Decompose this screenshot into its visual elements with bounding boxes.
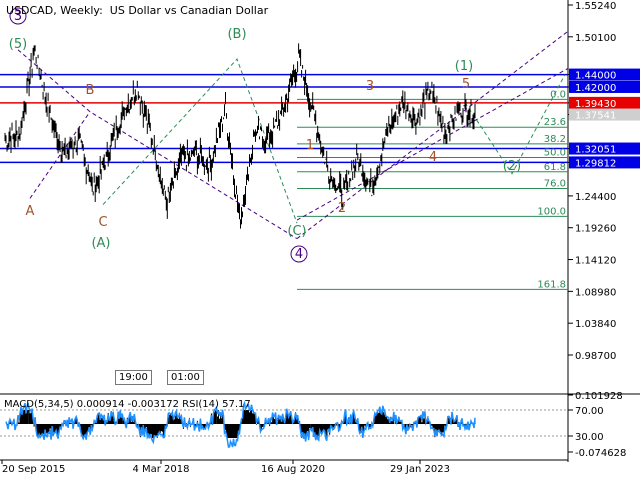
wave-label: 3 [366, 79, 374, 94]
wave-label: C [98, 215, 107, 230]
wave-label: 5 [462, 77, 470, 92]
time-label: 29 Jan 2023 [390, 464, 450, 475]
wave-label: A [26, 204, 35, 219]
fib-label: 38.2 [544, 134, 566, 145]
wave-label: 1 [306, 138, 314, 153]
price-label: 1.32051 [575, 145, 616, 156]
wave-label: B [86, 83, 95, 98]
price-label: 1.55240 [575, 1, 616, 12]
price-panel-background [0, 0, 568, 394]
price-label: 1.42000 [575, 83, 616, 94]
time-box-2[interactable]: 01:00 [167, 370, 204, 385]
fib-label: 50.0 [544, 148, 566, 159]
description-label: US Dollar vs Canadian Dollar [109, 4, 269, 17]
price-label: 1.19260 [575, 224, 616, 235]
time-box-1[interactable]: 19:00 [115, 370, 152, 385]
chart-stage: 0.0 23.6 38.2 50.0 61.8 76.0 100.0 161.8 3 (5) B A… [0, 0, 640, 480]
symbol-label: USDCAD [6, 4, 54, 17]
price-label: 0.98700 [575, 351, 616, 362]
indicator-label: 30.00 [575, 432, 604, 443]
indicator-label: 70.00 [575, 406, 604, 417]
indicator-label: -0.074628 [575, 448, 626, 459]
price-label: 1.37541 [575, 111, 616, 122]
wave-label: 4 [429, 150, 437, 165]
wave-label: (5) [9, 37, 27, 52]
indicator-label: 0.101928 [575, 391, 623, 402]
wave-label: (C) [287, 224, 306, 239]
timeframe-label: Weekly: [60, 4, 103, 17]
wave-label: (B) [227, 27, 246, 42]
fib-label: 76.0 [544, 178, 566, 189]
price-label: 1.03840 [575, 319, 616, 330]
wave-label: 4 [295, 247, 303, 262]
time-label: 16 Aug 2020 [261, 464, 325, 475]
fib-label: 61.8 [544, 162, 566, 173]
price-label: 1.08980 [575, 287, 616, 298]
price-label: 1.50100 [575, 33, 616, 44]
chart-header: USDCAD, Weekly: US Dollar vs Canadian Do… [6, 4, 268, 17]
fib-label: 100.0 [537, 206, 566, 217]
fib-label: 23.6 [544, 117, 566, 128]
price-label: 1.14120 [575, 256, 616, 267]
price-label: 1.39430 [575, 99, 616, 110]
price-label: 1.29812 [575, 158, 616, 169]
wave-label: (2) [503, 159, 521, 174]
price-label: 1.44000 [575, 71, 616, 82]
wave-label: (A) [91, 236, 110, 251]
indicator-title: MACD(5,34,5) 0.000914 -0.003172 RSI(14) … [4, 399, 251, 410]
fib-label: 161.8 [537, 279, 566, 290]
wave-label: 2 [338, 201, 346, 216]
wave-label: (1) [455, 59, 473, 74]
price-label: 1.24400 [575, 192, 616, 203]
time-label: 20 Sep 2015 [2, 464, 65, 475]
time-label: 4 Mar 2018 [132, 464, 189, 475]
